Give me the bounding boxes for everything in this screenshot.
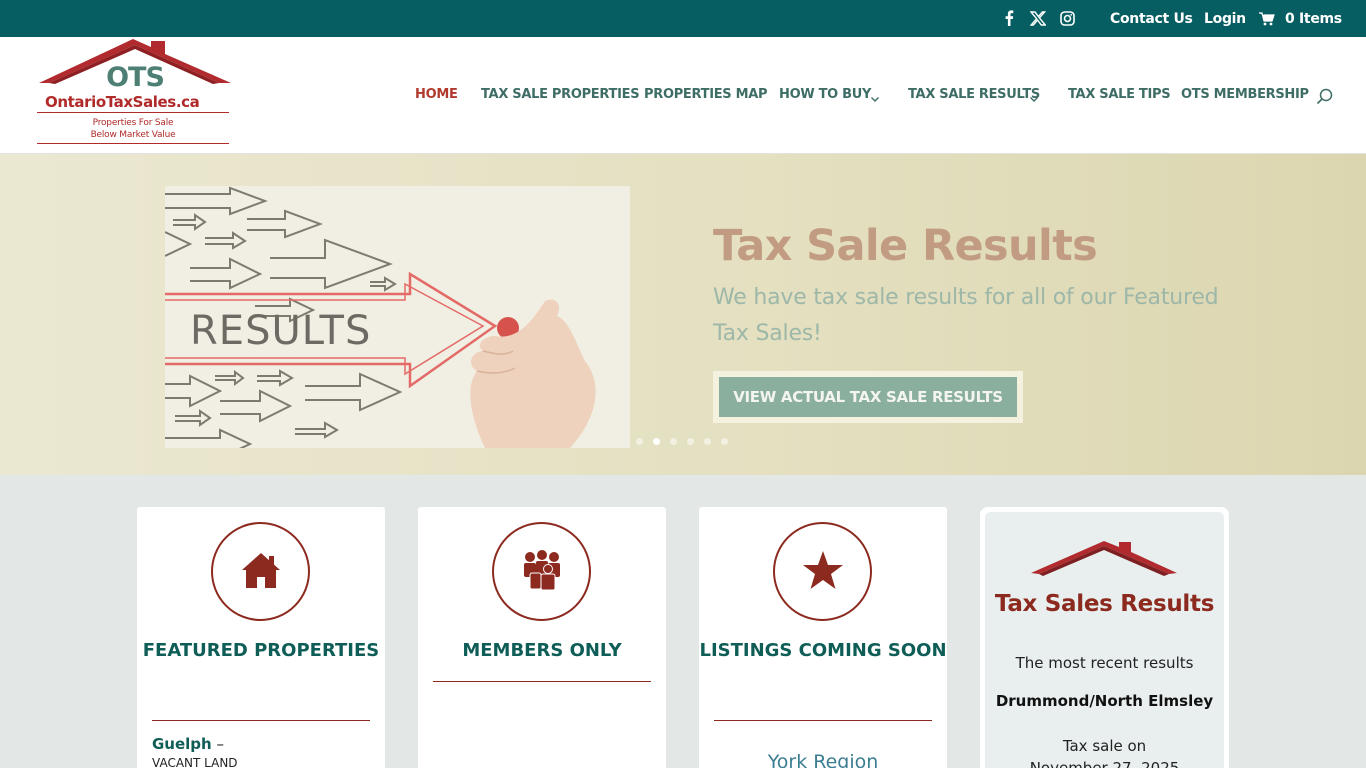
card-divider	[433, 681, 651, 682]
logo-divider-bottom	[37, 143, 229, 144]
featured-properties-card: FEATURED PROPERTIES Guelph – VACANT LAND	[137, 507, 385, 768]
property-city[interactable]: Guelph	[152, 735, 212, 753]
nav-properties-map[interactable]: PROPERTIES MAP	[644, 87, 768, 103]
chevron-down-icon[interactable]	[870, 89, 880, 108]
nav-how-to-buy[interactable]: HOW TO BUY	[779, 87, 871, 103]
x-icon[interactable]	[1029, 9, 1047, 27]
logo-ots-text: OTS	[106, 62, 165, 93]
nav-tax-sale-properties[interactable]: TAX SALE PROPERTIES	[481, 87, 640, 103]
slider-dot-active[interactable]	[653, 438, 660, 445]
login-link[interactable]: Login	[1204, 10, 1246, 28]
hero-description: We have tax sale results for all of our …	[713, 285, 1219, 346]
arrows-illustration: RESULTS	[165, 186, 630, 448]
slider-dot[interactable]	[670, 438, 677, 445]
slider-dot[interactable]	[687, 438, 694, 445]
view-results-button[interactable]: VIEW ACTUAL TAX SALE RESULTS	[713, 371, 1023, 423]
search-icon[interactable]	[1316, 88, 1334, 110]
results-panel: Tax Sales Results The most recent result…	[985, 512, 1224, 768]
logo-tagline-1: Properties For Sale	[92, 118, 174, 128]
roof-icon	[1031, 541, 1177, 576]
house-icon	[239, 550, 283, 594]
instagram-icon[interactable]	[1059, 9, 1076, 27]
star-icon	[802, 550, 844, 594]
chevron-down-icon[interactable]	[1029, 89, 1039, 108]
site-header: OTS OntarioTaxSales.ca Properties For Sa…	[0, 37, 1366, 154]
results-date-value: November 27, 2025	[1029, 759, 1180, 768]
property-type: VACANT LAND	[152, 756, 238, 768]
contact-us-link[interactable]: Contact Us	[1110, 10, 1193, 28]
logo[interactable]: OTS OntarioTaxSales.ca Properties For Sa…	[35, 37, 235, 149]
results-place: Drummond/North Elmsley	[995, 692, 1214, 710]
members-icon	[521, 549, 563, 595]
icon-circle	[492, 522, 591, 621]
icon-circle	[773, 522, 872, 621]
logo-site-name: OntarioTaxSales.ca	[45, 93, 200, 111]
slider-dot[interactable]	[721, 438, 728, 445]
card-title: FEATURED PROPERTIES	[142, 640, 380, 661]
slider-dot[interactable]	[636, 438, 643, 445]
facebook-icon[interactable]	[1001, 9, 1017, 27]
card-divider	[714, 720, 932, 721]
region-link[interactable]: York Region	[699, 750, 947, 768]
nav-tax-sale-tips[interactable]: TAX SALE TIPS	[1068, 87, 1171, 103]
top-bar: Contact Us Login 0 Items	[0, 0, 1366, 37]
results-date-label: Tax sale on	[1062, 737, 1147, 755]
results-date: Tax sale on November 27, 2025	[985, 735, 1224, 768]
property-location-dash: –	[211, 735, 225, 753]
logo-divider	[37, 112, 229, 113]
hero-title: Tax Sale Results	[713, 221, 1098, 271]
cart-link[interactable]: 0 Items	[1285, 10, 1342, 28]
nav-home[interactable]: HOME	[415, 87, 458, 103]
hero-slider: RESULTS Tax Sale Results We have tax sal…	[0, 154, 1366, 475]
card-title: MEMBERS ONLY	[462, 640, 622, 661]
tax-sales-results-card[interactable]: Tax Sales Results The most recent result…	[980, 507, 1229, 768]
results-image: RESULTS	[165, 186, 630, 448]
card-divider	[152, 720, 370, 721]
cart-icon[interactable]	[1259, 11, 1275, 30]
results-subtitle: The most recent results	[1015, 654, 1194, 672]
nav-tax-sale-results[interactable]: TAX SALE RESULTS	[908, 87, 1040, 103]
listings-coming-soon-card: LISTINGS COMING SOON York Region	[699, 507, 947, 768]
slider-dots	[636, 438, 728, 445]
icon-circle	[211, 522, 310, 621]
nav-ots-membership[interactable]: OTS MEMBERSHIP	[1181, 87, 1309, 103]
image-results-text: RESULTS	[190, 308, 371, 354]
slider-dot[interactable]	[704, 438, 711, 445]
property-location[interactable]: Guelph –	[152, 735, 224, 753]
logo-tagline-2: Below Market Value	[90, 130, 176, 140]
results-title: Tax Sales Results	[994, 591, 1215, 617]
card-title: LISTINGS COMING SOON	[699, 640, 947, 661]
members-only-card: MEMBERS ONLY	[418, 507, 666, 768]
